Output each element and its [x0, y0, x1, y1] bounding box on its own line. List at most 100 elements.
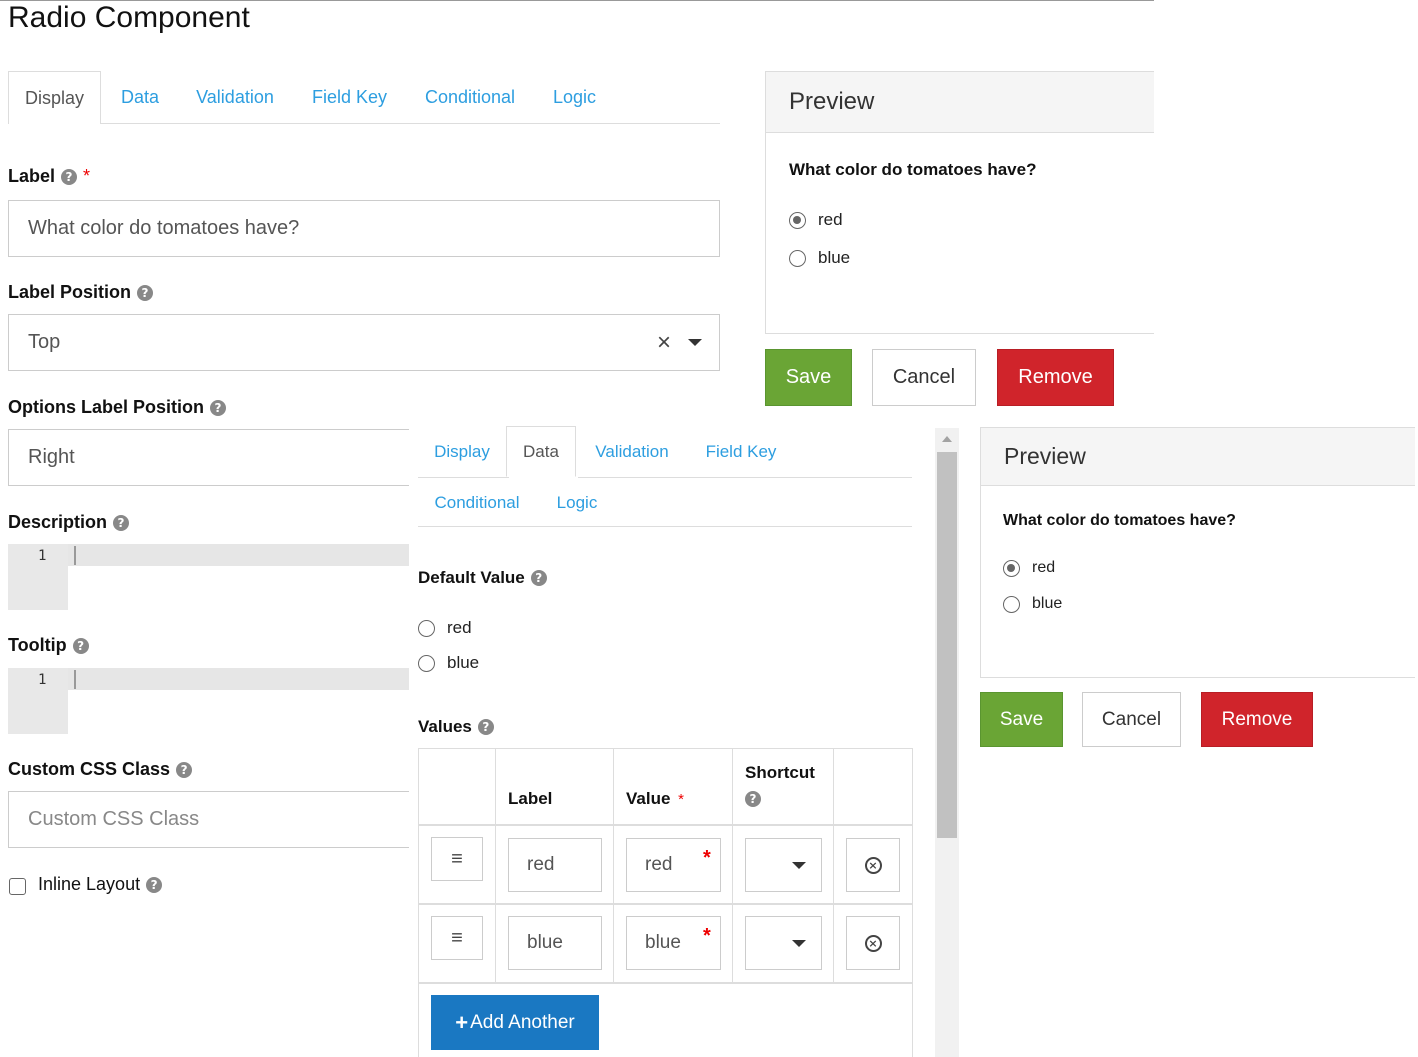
preview-option-red[interactable]: red: [789, 210, 843, 230]
radio-checked-icon[interactable]: [789, 211, 806, 229]
inline-layout-checkbox[interactable]: [9, 878, 26, 895]
table-header-cell: [419, 749, 496, 826]
tab-field-key[interactable]: Field Key: [688, 426, 794, 477]
default-value-label: Default Value ?: [418, 568, 547, 588]
tooltip-editor[interactable]: 1: [8, 668, 409, 734]
remove-circle-icon: ×: [864, 934, 882, 952]
help-icon[interactable]: ?: [113, 514, 130, 531]
remove-row-button[interactable]: ×: [846, 838, 900, 892]
tab-logic[interactable]: Logic: [536, 478, 618, 526]
inline-layout-label[interactable]: Inline Layout ?: [38, 874, 163, 895]
save-button[interactable]: Save: [765, 349, 852, 406]
values-table: Label Value * Shortcut ? ≡ red red * × ≡…: [418, 748, 913, 1057]
options-label-position-label: Options Label Position ?: [8, 397, 227, 418]
default-option-blue[interactable]: blue: [418, 653, 479, 673]
tab-display[interactable]: Display: [8, 71, 101, 124]
scroll-up-icon[interactable]: [942, 436, 952, 442]
cancel-button[interactable]: Cancel: [872, 349, 976, 406]
line-number: 1: [38, 672, 47, 688]
column-header-value: Value *: [626, 789, 684, 809]
label-position-text: Label Position: [8, 282, 132, 302]
required-marker: *: [703, 847, 711, 869]
help-icon[interactable]: ?: [137, 284, 154, 301]
tab-data[interactable]: Data: [101, 71, 179, 123]
drag-handle-icon[interactable]: ≡: [431, 916, 483, 960]
tooltip-text: Tooltip: [8, 635, 67, 655]
editor-active-line: [68, 544, 409, 566]
label-position-select[interactable]: Top ×: [8, 314, 720, 371]
tab-validation[interactable]: Validation: [576, 426, 688, 477]
preview-panel: Preview What color do tomatoes have? red…: [980, 427, 1415, 678]
tab-validation[interactable]: Validation: [179, 71, 291, 123]
shortcut-select[interactable]: [745, 838, 822, 892]
table-header-cell: [733, 749, 834, 826]
chevron-down-icon[interactable]: [688, 339, 702, 346]
drag-handle-icon[interactable]: ≡: [431, 837, 483, 881]
help-icon[interactable]: ?: [176, 761, 193, 778]
remove-button[interactable]: Remove: [997, 349, 1114, 406]
vertical-scrollbar[interactable]: [935, 428, 959, 1057]
tab-data[interactable]: Data: [506, 426, 576, 477]
table-header-cell: [834, 749, 913, 826]
required-marker: *: [83, 166, 91, 186]
clear-icon[interactable]: ×: [657, 329, 671, 357]
custom-css-class-input[interactable]: Custom CSS Class: [8, 791, 409, 848]
tab-field-key[interactable]: Field Key: [291, 71, 408, 123]
values-text: Values: [418, 717, 472, 736]
editor-cursor: [74, 546, 76, 565]
data-tabs-row-1: Display Data Validation Field Key: [418, 426, 912, 477]
options-label-position-text: Options Label Position: [8, 397, 205, 417]
required-marker: *: [678, 791, 684, 808]
default-option-red[interactable]: red: [418, 618, 472, 638]
help-icon[interactable]: ?: [61, 168, 78, 185]
description-text: Description: [8, 512, 108, 532]
remove-circle-icon: ×: [864, 856, 882, 874]
display-tabs: Display Data Validation Field Key Condit…: [8, 71, 720, 124]
help-icon[interactable]: ?: [530, 570, 547, 586]
radio-icon[interactable]: [789, 249, 806, 267]
value-row-label-input[interactable]: red: [508, 838, 602, 892]
cancel-button[interactable]: Cancel: [1082, 692, 1181, 747]
options-label-position-select[interactable]: Right: [8, 429, 409, 486]
tab-conditional[interactable]: Conditional: [418, 478, 536, 526]
help-icon[interactable]: ?: [210, 399, 227, 416]
column-header-shortcut: Shortcut: [745, 763, 815, 782]
add-another-button[interactable]: + Add Another: [431, 995, 599, 1050]
radio-icon[interactable]: [418, 619, 435, 637]
custom-css-class-text: Custom CSS Class: [8, 759, 171, 779]
default-value-text: Default Value: [418, 568, 525, 587]
help-icon[interactable]: ?: [477, 719, 494, 735]
remove-button[interactable]: Remove: [1201, 692, 1313, 747]
tab-display[interactable]: Display: [418, 426, 506, 477]
preview-option-red[interactable]: red: [1003, 559, 1055, 577]
remove-row-button[interactable]: ×: [846, 916, 900, 970]
add-another-label: Add Another: [470, 1011, 575, 1033]
help-icon[interactable]: ?: [146, 876, 163, 893]
help-icon[interactable]: ?: [745, 791, 761, 807]
shortcut-select[interactable]: [745, 916, 822, 970]
save-button[interactable]: Save: [980, 692, 1063, 747]
tab-logic[interactable]: Logic: [532, 71, 617, 123]
tooltip-label: Tooltip ?: [8, 635, 89, 656]
radio-icon[interactable]: [418, 654, 435, 672]
column-header-value-text: Value: [626, 789, 671, 808]
scrollbar-thumb[interactable]: [937, 452, 957, 838]
option-label: red: [818, 210, 843, 229]
required-marker: *: [703, 925, 711, 947]
option-label: blue: [447, 653, 480, 672]
preview-header: Preview: [981, 428, 1415, 486]
preview-option-blue[interactable]: blue: [789, 248, 850, 268]
option-label: blue: [1032, 595, 1063, 612]
label-input[interactable]: What color do tomatoes have?: [8, 200, 720, 257]
radio-checked-icon[interactable]: [1003, 559, 1020, 577]
label-field-text: Label: [8, 166, 56, 186]
option-label: blue: [818, 248, 851, 267]
help-icon[interactable]: ?: [72, 637, 89, 654]
preview-header: Preview: [766, 72, 1154, 133]
value-row-label-input[interactable]: blue: [508, 916, 602, 970]
description-editor[interactable]: 1: [8, 544, 409, 610]
tab-conditional[interactable]: Conditional: [408, 71, 532, 123]
chevron-down-icon: [792, 862, 806, 869]
preview-option-blue[interactable]: blue: [1003, 595, 1062, 613]
radio-icon[interactable]: [1003, 595, 1020, 613]
